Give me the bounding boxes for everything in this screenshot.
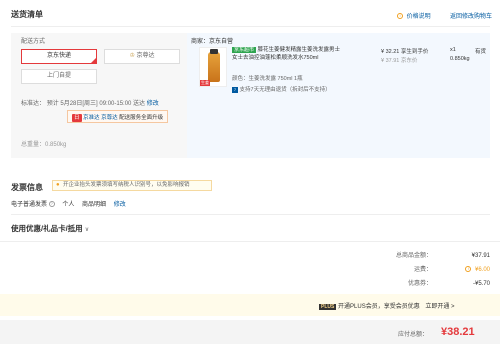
invoice-content: 商品明细: [82, 202, 107, 208]
jd-supermarket-badge: 京东超市: [232, 47, 257, 53]
plus-membership-bar: PLUS 开通PLUS会员，享受会员优惠 立即开通 >: [0, 294, 500, 316]
return-policy: 7 支持7天无理由退货（拆封后不支持）: [232, 86, 331, 93]
help-icon[interactable]: ?: [48, 201, 55, 208]
bottle-image: [208, 52, 220, 82]
coupon-divider: [0, 241, 500, 242]
selected-corner-icon: [90, 57, 97, 64]
invoice-divider: [11, 214, 490, 215]
product-name-line1: 膝花生姜健发精露生姜洗发露男士: [257, 47, 341, 53]
invoice-tip: ● 开企业抬头发票须填写纳税人识别号，以免影响报销: [52, 180, 212, 191]
seller-info: 商家：京东自营: [191, 39, 234, 45]
location-pin-icon: ●: [56, 182, 60, 188]
option-jd-zunda[interactable]: ♔ 京尊达: [104, 49, 180, 64]
product-name-line2: 女士去油控油蓬松柔顺洗发水750ml: [232, 55, 319, 61]
coupon-title: 使用优惠/礼品卡/抵用: [11, 224, 83, 233]
calendar-icon: 日: [72, 114, 82, 122]
summary-goods-total: 总商品金额： ¥37.91: [395, 253, 490, 259]
upgrade-tags: 日 京准达 京尊达 配送服务全面升级: [67, 110, 169, 123]
tag-jingzhunda[interactable]: 京准达: [83, 115, 100, 121]
option-jd-express[interactable]: 京东快递: [21, 49, 97, 64]
invoice-title: 发票信息: [11, 183, 43, 192]
summary-shipping-fee: 运费： ! ¥6.00: [413, 266, 490, 273]
tag-jingzunda[interactable]: 京尊达: [101, 115, 118, 121]
product-original-price: ¥ 37.91 京东价: [381, 58, 418, 64]
product-qty: x1: [450, 47, 456, 53]
coupon-toggle[interactable]: 使用优惠/礼品卡/抵用 ∨: [11, 223, 89, 234]
edit-cart-link[interactable]: 返回修改购物车: [450, 11, 492, 20]
product-weight: 0.850kg: [450, 56, 470, 62]
bottle-cap: [210, 49, 218, 54]
price-note-label: 价格说明: [406, 14, 431, 20]
product-title[interactable]: 京东超市 膝花生姜健发精露生姜洗发露男士 女士去油控油蓬松柔顺洗发水750ml: [232, 46, 352, 62]
info-icon: !: [397, 13, 403, 20]
schedule-edit-link[interactable]: 修改: [147, 101, 159, 107]
plus-badge: PLUS: [319, 304, 337, 310]
plus-open-link[interactable]: 立即开通 >: [425, 304, 454, 310]
product-color: 颜色：生姜洗发露 750ml 1瓶: [232, 76, 303, 82]
schedule-text: 预计 5月28日[周三] 09:00-15:00 送达: [46, 101, 146, 107]
plus-text: 开通PLUS会员，享受会员优惠: [338, 304, 420, 310]
product-thumbnail[interactable]: 生姜: [199, 47, 227, 87]
chevron-down-icon: ∨: [84, 227, 90, 233]
page-title: 送货清单: [11, 10, 43, 19]
invoice-holder: 个人: [62, 202, 75, 208]
tag-upgrade: 配送服务全面升级: [119, 115, 164, 121]
option-pickup[interactable]: 上门自提: [21, 69, 97, 84]
shipping-block: 配送方式 京东快递 ♔ 京尊达 上门自提 标准达： 预计 5月28日[周三] 0…: [11, 33, 490, 158]
product-panel: 商家：京东自营 生姜 京东超市 膝花生姜健发精露生姜洗发露男士 女士去油控油蓬松…: [187, 33, 490, 158]
invoice-details: 电子普通发票 ? 个人 商品明细 修改: [11, 199, 126, 208]
summary-coupon: 优惠券： -¥5.70: [407, 281, 490, 287]
payment-amount: ¥38.21: [441, 326, 475, 338]
header-divider: [11, 26, 490, 27]
product-stock: 有货: [475, 49, 487, 55]
thumb-badge: 生姜: [200, 80, 210, 86]
shipping-method-panel: 配送方式 京东快递 ♔ 京尊达 上门自提 标准达： 预计 5月28日[周三] 0…: [11, 33, 187, 158]
freight-info-icon[interactable]: !: [465, 266, 472, 273]
product-price: ¥ 32.21 享生到手价: [381, 49, 429, 55]
invoice-type: 电子普通发票: [11, 202, 48, 208]
price-note-link[interactable]: ! 价格说明: [397, 11, 431, 20]
invoice-edit-link[interactable]: 修改: [114, 202, 126, 208]
payment-bar: 应付总额： ¥38.21: [0, 320, 500, 344]
schedule-label: 标准达：: [21, 101, 46, 107]
payment-label: 应付总额：: [398, 332, 429, 338]
shipping-method-label: 配送方式: [21, 39, 46, 45]
return-policy-icon: 7: [232, 86, 238, 93]
crown-icon: ♔: [129, 53, 135, 59]
total-weight: 总重量：0.850kg: [21, 142, 67, 148]
delivery-schedule: 标准达： 预计 5月28日[周三] 09:00-15:00 送达 修改: [21, 98, 159, 107]
